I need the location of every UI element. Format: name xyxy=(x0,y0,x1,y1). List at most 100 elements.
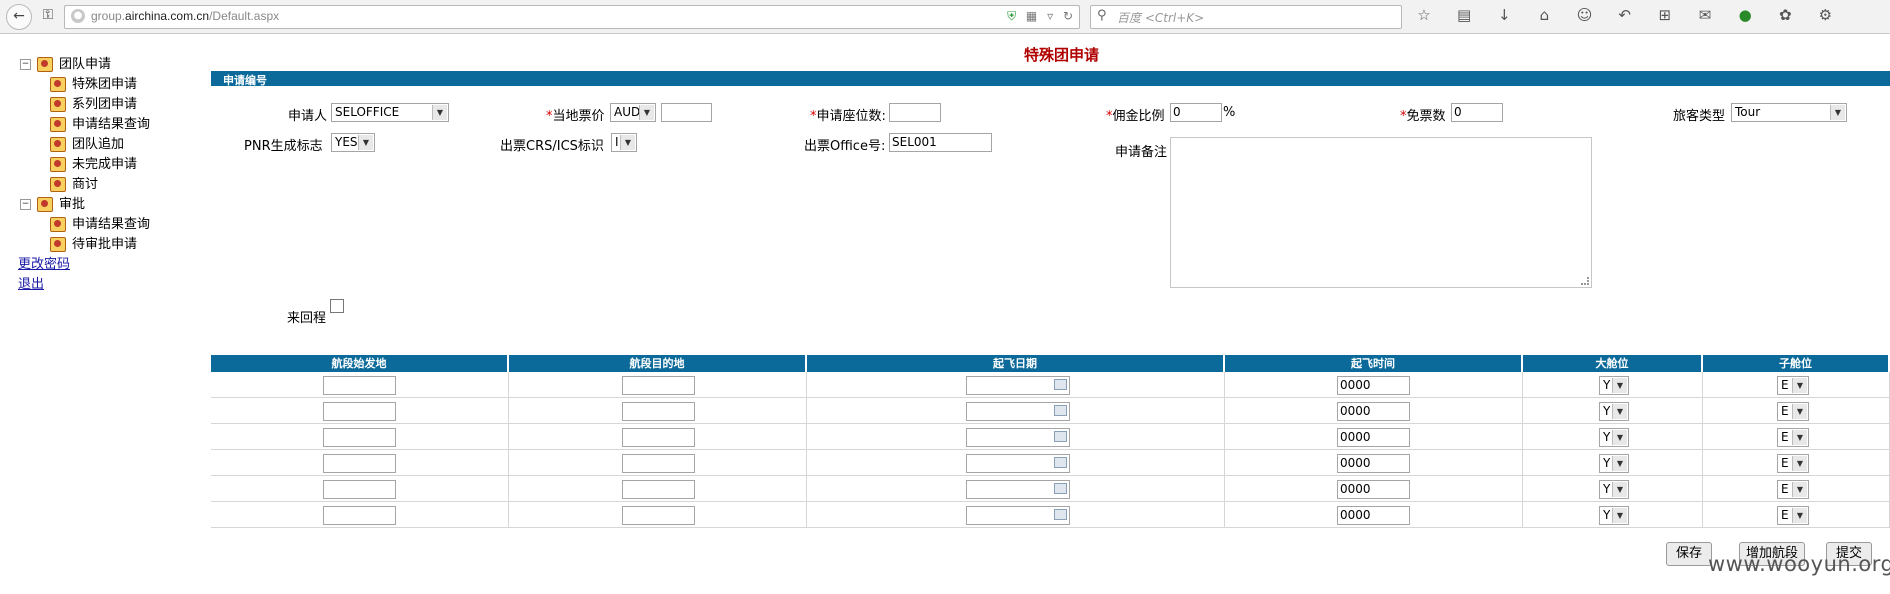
cabin-select[interactable]: Y ▼ xyxy=(1599,480,1629,499)
subcabin-select[interactable]: E ▼ xyxy=(1777,402,1809,421)
cabin-select[interactable]: Y ▼ xyxy=(1599,428,1629,447)
tree-item[interactable]: 待审批申请 xyxy=(50,236,137,254)
undo-icon[interactable]: ↶ xyxy=(1615,6,1635,24)
tree-item[interactable]: 团队追加 xyxy=(50,136,124,154)
search-bar[interactable]: ⚲ 百度 <Ctrl+K> xyxy=(1090,5,1402,29)
crop-icon[interactable]: ⊞ xyxy=(1655,6,1675,24)
time-input[interactable]: 0000 xyxy=(1337,428,1410,447)
reload-icon[interactable]: ↻ xyxy=(1063,9,1073,23)
pax-type-select[interactable]: Tour ▼ xyxy=(1731,103,1847,122)
subcabin-select[interactable]: E ▼ xyxy=(1777,480,1809,499)
dest-input[interactable] xyxy=(622,402,695,421)
address-bar[interactable]: ● group.airchina.com.cn/Default.aspx ⛨ ▦… xyxy=(64,5,1080,29)
dest-input[interactable] xyxy=(622,428,695,447)
chat-icon[interactable]: ☺ xyxy=(1575,6,1595,24)
calendar-icon[interactable] xyxy=(1054,509,1067,520)
crs-select[interactable]: I ▼ xyxy=(611,133,637,152)
time-input[interactable]: 0000 xyxy=(1337,480,1410,499)
time-input[interactable]: 0000 xyxy=(1337,506,1410,525)
tree-group-team-apply[interactable]: − 团队申请 xyxy=(20,56,111,74)
calendar-icon[interactable] xyxy=(1054,483,1067,494)
date-input[interactable] xyxy=(966,454,1070,473)
currency-select[interactable]: AUD ▼ xyxy=(610,103,656,122)
office-input[interactable]: SEL001 xyxy=(889,133,992,152)
time-input[interactable]: 0000 xyxy=(1337,454,1410,473)
search-placeholder: 百度 <Ctrl+K> xyxy=(1117,11,1205,25)
change-password-link[interactable]: 更改密码 xyxy=(18,257,70,272)
calendar-icon[interactable] xyxy=(1054,379,1067,390)
commission-input[interactable]: 0 xyxy=(1170,103,1222,122)
tools-icon[interactable]: ⚙ xyxy=(1815,6,1835,24)
collapse-icon[interactable]: − xyxy=(20,199,31,210)
dest-input[interactable] xyxy=(622,376,695,395)
date-input[interactable] xyxy=(966,402,1070,421)
cabin-select[interactable]: Y ▼ xyxy=(1599,402,1629,421)
tree-group-approval[interactable]: − 审批 xyxy=(20,196,85,214)
tree-item[interactable]: 申请结果查询 xyxy=(50,116,150,134)
save-button[interactable]: 保存 xyxy=(1666,542,1712,566)
shield-icon[interactable]: ⛨ xyxy=(1007,9,1016,23)
time-input[interactable]: 0000 xyxy=(1337,402,1410,421)
subcabin-select[interactable]: E ▼ xyxy=(1777,428,1809,447)
leaf-icon[interactable]: ✿ xyxy=(1775,6,1795,24)
origin-input[interactable] xyxy=(323,454,396,473)
calendar-icon[interactable] xyxy=(1054,431,1067,442)
subcabin-select[interactable]: E ▼ xyxy=(1777,376,1809,395)
message-icon[interactable]: ✉ xyxy=(1695,6,1715,24)
tree-item[interactable]: 系列团申请 xyxy=(50,96,137,114)
col-header-dest: 航段目的地 xyxy=(509,355,807,372)
key-icon[interactable]: ⚿ xyxy=(36,4,60,28)
chevron-down-icon: ▼ xyxy=(1792,482,1807,497)
local-fare-input[interactable] xyxy=(661,103,712,122)
doc-icon xyxy=(50,217,66,232)
subcabin-select[interactable]: E ▼ xyxy=(1777,506,1809,525)
dest-input[interactable] xyxy=(622,480,695,499)
cabin-select[interactable]: Y ▼ xyxy=(1599,376,1629,395)
seats-input[interactable] xyxy=(889,103,941,122)
browser-toolbar: ← ⚿ ● group.airchina.com.cn/Default.aspx… xyxy=(0,0,1890,34)
collapse-icon[interactable]: − xyxy=(20,59,31,70)
round-trip-checkbox[interactable] xyxy=(330,299,344,313)
remarks-textarea[interactable] xyxy=(1170,137,1592,288)
dest-input[interactable] xyxy=(622,454,695,473)
bookmark-star-icon[interactable]: ☆ xyxy=(1414,6,1434,24)
tree-item[interactable]: 申请结果查询 xyxy=(50,216,150,234)
col-header-date: 起飞日期 xyxy=(807,355,1225,372)
applicant-select[interactable]: SELOFFICE ▼ xyxy=(331,103,449,122)
date-input[interactable] xyxy=(966,428,1070,447)
origin-input[interactable] xyxy=(323,506,396,525)
back-button[interactable]: ← xyxy=(6,4,32,30)
green-circle-icon[interactable]: ● xyxy=(1735,6,1755,24)
free-tickets-input[interactable]: 0 xyxy=(1451,103,1503,122)
calendar-icon[interactable] xyxy=(1054,457,1067,468)
cabin-select[interactable]: Y ▼ xyxy=(1599,454,1629,473)
chevron-down-icon: ▼ xyxy=(432,105,447,120)
origin-input[interactable] xyxy=(323,376,396,395)
local-fare-label: *当地票价 xyxy=(546,109,605,124)
logout-link[interactable]: 退出 xyxy=(18,277,44,292)
chevron-down-icon: ▼ xyxy=(639,105,654,120)
date-input[interactable] xyxy=(966,480,1070,499)
subcabin-select[interactable]: E ▼ xyxy=(1777,454,1809,473)
chevron-down-icon: ▼ xyxy=(1792,456,1807,471)
tree-item[interactable]: 商讨 xyxy=(50,176,98,194)
qrcode-icon[interactable]: ▦ xyxy=(1026,9,1037,23)
date-input[interactable] xyxy=(966,376,1070,395)
doc-icon xyxy=(50,237,66,252)
date-input[interactable] xyxy=(966,506,1070,525)
cabin-select[interactable]: Y ▼ xyxy=(1599,506,1629,525)
time-input[interactable]: 0000 xyxy=(1337,376,1410,395)
reader-icon[interactable]: ▤ xyxy=(1454,6,1474,24)
calendar-icon[interactable] xyxy=(1054,405,1067,416)
tree-item[interactable]: 特殊团申请 xyxy=(50,76,137,94)
home-icon[interactable]: ⌂ xyxy=(1534,6,1554,24)
origin-input[interactable] xyxy=(323,428,396,447)
applicant-label: 申请人 xyxy=(288,109,328,124)
download-icon[interactable]: ↓ xyxy=(1494,6,1514,24)
origin-input[interactable] xyxy=(323,480,396,499)
dest-input[interactable] xyxy=(622,506,695,525)
dropdown-icon[interactable]: ▿ xyxy=(1047,9,1053,23)
origin-input[interactable] xyxy=(323,402,396,421)
tree-item[interactable]: 未完成申请 xyxy=(50,156,137,174)
pnr-select[interactable]: YES ▼ xyxy=(331,133,375,152)
